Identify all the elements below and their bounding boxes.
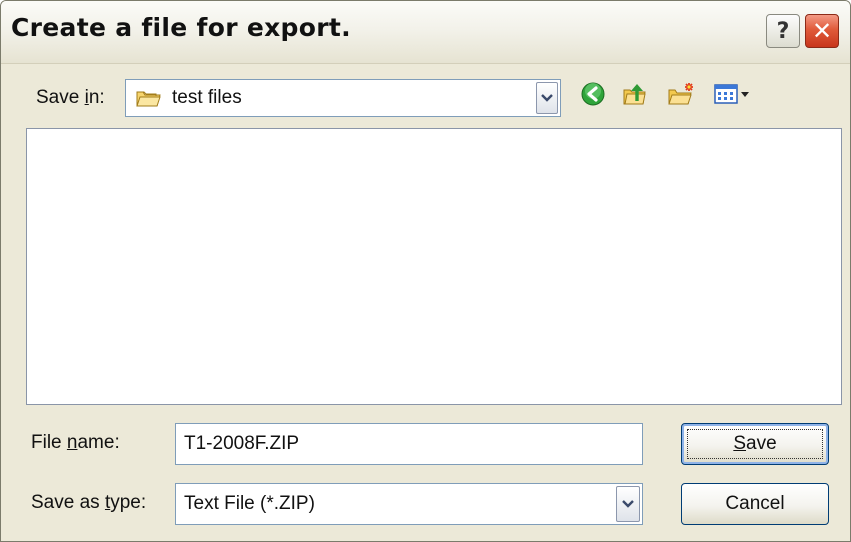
- chevron-down-icon: [541, 89, 553, 107]
- save-as-type-label: Save as type:: [31, 492, 147, 513]
- folder-icon: [136, 88, 162, 108]
- save-as-type-value: Text File (*.ZIP): [184, 493, 315, 514]
- back-arrow-icon: [580, 81, 606, 112]
- view-menu-icon: [714, 83, 752, 110]
- save-as-type-dropdown-button[interactable]: [616, 486, 640, 522]
- save-in-dropdown[interactable]: test files: [125, 79, 561, 117]
- help-icon: ?: [776, 18, 790, 44]
- file-name-input[interactable]: T1-2008F.ZIP: [175, 423, 643, 465]
- back-button[interactable]: [579, 82, 607, 110]
- save-in-dropdown-button[interactable]: [536, 82, 558, 114]
- dialog-title: Create a file for export.: [11, 13, 351, 42]
- save-button[interactable]: Save: [681, 423, 829, 465]
- file-list-area[interactable]: [26, 128, 842, 405]
- focus-rectangle: [687, 429, 823, 459]
- save-dialog-window: Create a file for export. ? ✕ Save in: t…: [0, 0, 851, 542]
- up-one-level-icon: [622, 81, 648, 112]
- cancel-button-label: Cancel: [725, 493, 785, 514]
- save-as-type-dropdown[interactable]: Text File (*.ZIP): [175, 483, 643, 525]
- file-name-label: File name:: [31, 432, 120, 453]
- file-name-value: T1-2008F.ZIP: [184, 433, 300, 454]
- cancel-button[interactable]: Cancel: [681, 483, 829, 525]
- save-in-value: test files: [172, 87, 242, 108]
- new-folder-button[interactable]: [667, 82, 695, 110]
- save-in-label: Save in:: [36, 87, 105, 108]
- up-one-level-button[interactable]: [621, 82, 649, 110]
- chevron-down-icon: [622, 495, 634, 513]
- close-icon: ✕: [811, 17, 833, 45]
- title-bar[interactable]: Create a file for export. ? ✕: [1, 1, 850, 64]
- close-button[interactable]: ✕: [805, 14, 839, 48]
- view-menu-button[interactable]: [713, 82, 753, 110]
- help-button[interactable]: ?: [766, 14, 800, 48]
- new-folder-icon: [667, 81, 695, 112]
